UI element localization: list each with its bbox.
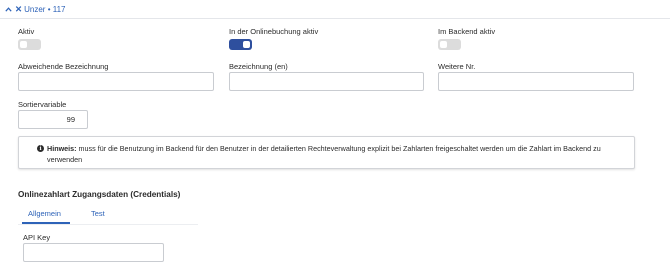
bezeichnung-en-label: Bezeichnung (en) <box>229 62 288 71</box>
online-aktiv-toggle[interactable] <box>229 39 252 50</box>
section-divider <box>0 18 670 19</box>
tab-allgemein[interactable]: Allgemein <box>28 209 61 218</box>
sortiervariable-label: Sortiervariable <box>18 100 67 109</box>
api-key-label: API Key <box>23 233 51 242</box>
toggle-knob <box>20 41 27 48</box>
aktiv-label: Aktiv <box>18 27 35 36</box>
backend-aktiv-label: Im Backend aktiv <box>438 27 496 36</box>
hint-text: Hinweis: muss für die Benutzung im Backe… <box>47 143 617 165</box>
weitere-nr-input[interactable] <box>438 72 634 91</box>
weitere-nr-label: Weitere Nr. <box>438 62 476 71</box>
active-tab-indicator <box>22 222 70 224</box>
bezeichnung-en-input[interactable] <box>229 72 424 91</box>
abweichende-bezeichnung-label: Abweichende Bezeichnung <box>18 62 109 71</box>
online-aktiv-label: In der Onlinebuchung aktiv <box>229 27 319 36</box>
tabs-baseline <box>18 224 198 225</box>
abweichende-bezeichnung-input[interactable] <box>18 72 214 91</box>
section-title: Unzer • 117 <box>24 4 66 14</box>
chevron-up-icon[interactable] <box>4 5 12 13</box>
toggle-knob <box>243 41 250 48</box>
info-icon: i <box>37 145 44 152</box>
backend-aktiv-toggle[interactable] <box>438 39 461 50</box>
aktiv-toggle[interactable] <box>18 39 41 50</box>
sortiervariable-input[interactable]: 99 <box>18 110 88 129</box>
section-header[interactable]: ✕ Unzer • 117 <box>4 3 65 15</box>
hint-bold-label: Hinweis: <box>47 144 77 153</box>
hint-box: i Hinweis: muss für die Benutzung im Bac… <box>18 136 635 169</box>
hint-body: muss für die Benutzung im Backend für de… <box>47 144 601 164</box>
toggle-knob <box>440 41 447 48</box>
api-key-input[interactable] <box>23 243 164 262</box>
tab-test[interactable]: Test <box>91 209 105 218</box>
x-icon: ✕ <box>15 3 23 14</box>
credentials-title: Onlinezahlart Zugangsdaten (Credentials) <box>18 190 181 199</box>
